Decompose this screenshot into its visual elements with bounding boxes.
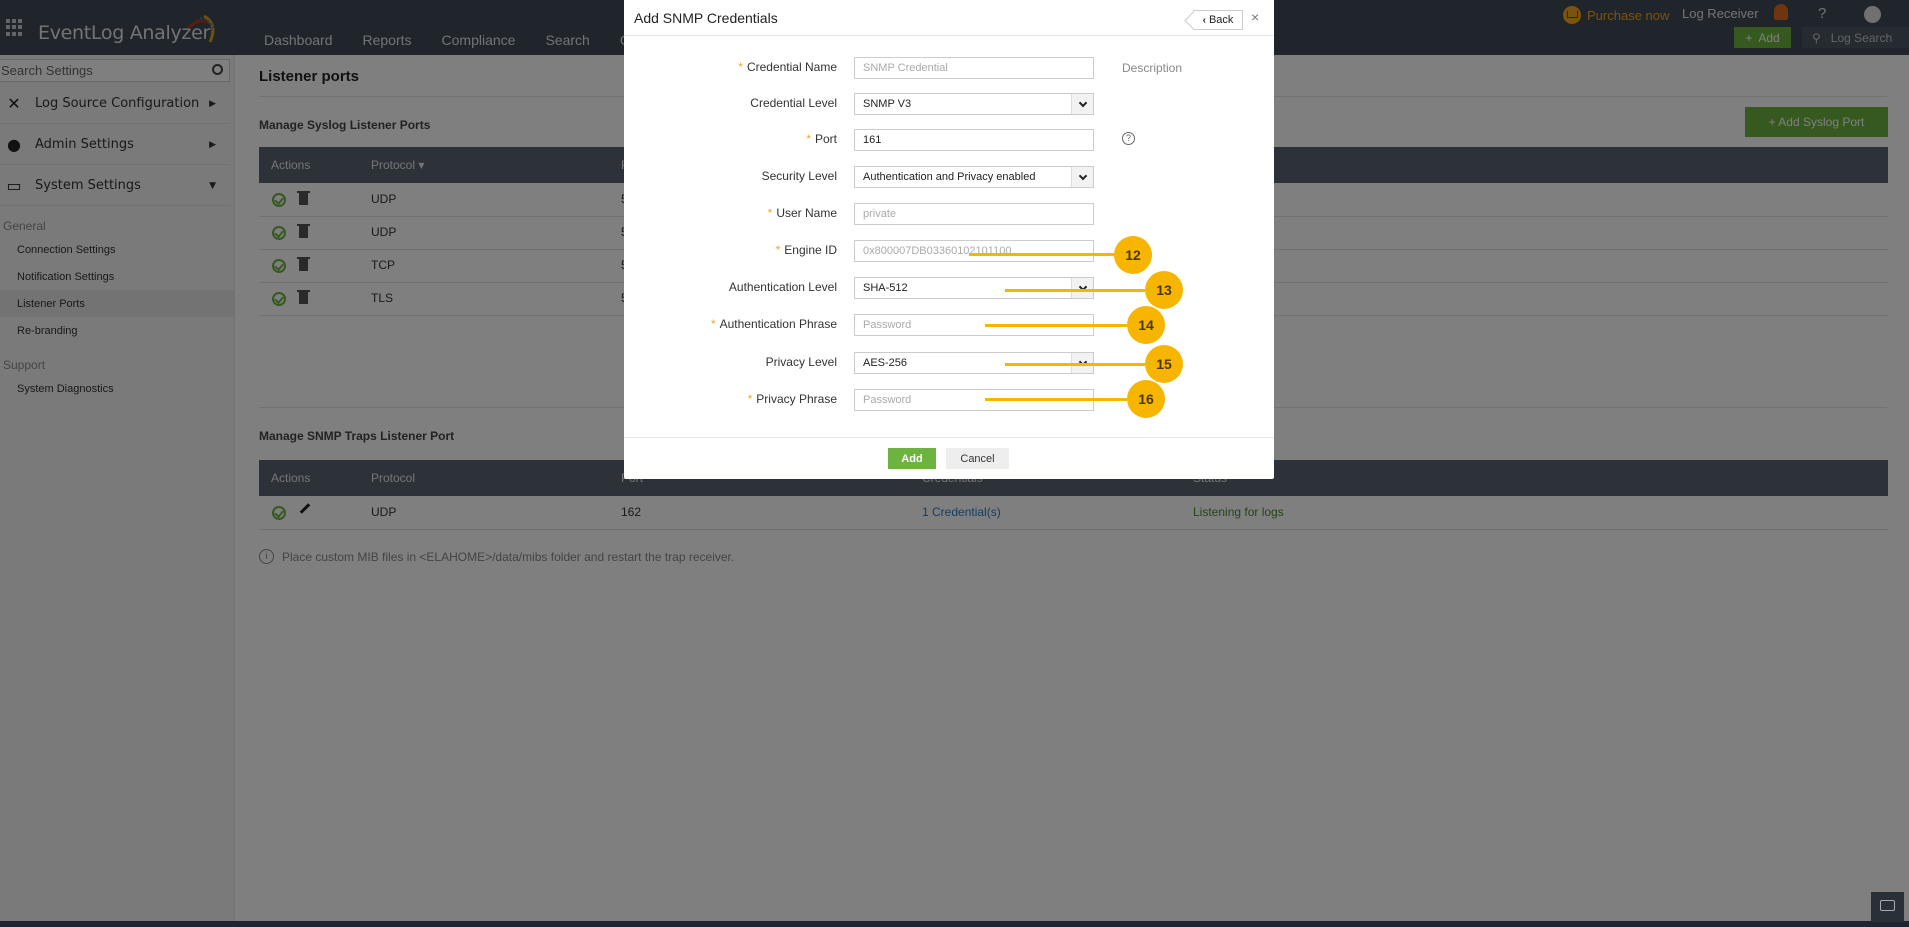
field-engine-id: * Engine ID 0x800007DB03360102101100 <box>624 240 1274 262</box>
field-label: * Privacy Phrase <box>748 392 837 406</box>
field-port: * Port 161 ? <box>624 129 1274 151</box>
select-value: AES-256 <box>863 357 908 369</box>
dialog-header: Add SNMP Credentials ‹ Back × <box>624 0 1274 36</box>
field-security-level: Security Level Authentication and Privac… <box>624 166 1274 188</box>
field-label: * Authentication Phrase <box>711 317 837 331</box>
required-marker: * <box>806 132 811 146</box>
chat-button[interactable] <box>1871 892 1904 922</box>
add-button[interactable]: Add <box>888 448 936 469</box>
field-label: Credential Level <box>750 96 837 110</box>
required-marker: * <box>710 317 716 331</box>
chevron-down-icon[interactable] <box>1071 94 1093 114</box>
back-button[interactable]: ‹ Back <box>1193 10 1243 30</box>
label-text: User Name <box>776 206 837 220</box>
callout-line <box>969 253 1114 256</box>
security-level-select[interactable]: Authentication and Privacy enabled <box>854 166 1094 188</box>
field-label: Privacy Level <box>765 355 837 369</box>
field-credential-name: * Credential Name SNMP Credential Descrip… <box>624 57 1274 79</box>
label-text: Authentication Phrase <box>719 317 837 331</box>
field-credential-level: Credential Level SNMP V3 <box>624 93 1274 115</box>
help-question-icon[interactable]: ? <box>1122 132 1135 145</box>
close-icon[interactable]: × <box>1251 9 1259 25</box>
label-text: Port <box>814 132 837 146</box>
port-input[interactable]: 161 <box>854 129 1094 151</box>
back-label: Back <box>1208 14 1234 26</box>
credential-level-select[interactable]: SNMP V3 <box>854 93 1094 115</box>
callout-badge-15: 15 <box>1145 345 1183 383</box>
callout-badge-12: 12 <box>1114 236 1152 274</box>
label-text: Engine ID <box>784 243 837 257</box>
callout-line <box>985 324 1127 327</box>
callout-line <box>1005 363 1145 366</box>
field-user-name: * User Name private <box>624 203 1274 225</box>
label-text: Credential Name <box>746 60 837 74</box>
bottom-bar <box>0 921 1909 927</box>
description-link[interactable]: Description <box>1122 61 1182 75</box>
callout-badge-16: 16 <box>1127 380 1165 418</box>
required-marker: * <box>767 206 773 220</box>
callout-line <box>985 398 1127 401</box>
label-text: Privacy Phrase <box>756 392 837 406</box>
field-label: * User Name <box>768 206 837 220</box>
chevron-down-icon[interactable] <box>1071 167 1093 187</box>
add-snmp-credentials-dialog: Add SNMP Credentials ‹ Back × * Credential… <box>624 0 1274 479</box>
field-privacy-phrase: * Privacy Phrase Password <box>624 389 1274 411</box>
field-label: Security Level <box>761 169 837 183</box>
field-label: * Port <box>806 132 837 146</box>
app-root: EventLog Analyzer Dashboard Reports Comp… <box>0 0 1909 927</box>
callout-badge-14: 14 <box>1127 306 1165 344</box>
required-marker: * <box>747 392 753 406</box>
chevron-left-icon: ‹ <box>1202 14 1206 26</box>
callout-line <box>1005 289 1145 292</box>
authentication-level-select[interactable]: SHA-512 <box>854 277 1094 299</box>
required-marker: * <box>775 243 781 257</box>
chat-icon <box>1880 900 1895 911</box>
cancel-button[interactable]: Cancel <box>946 448 1009 469</box>
field-label: Authentication Level <box>728 280 837 294</box>
field-label: * Credential Name <box>738 60 837 74</box>
select-value: Authentication and Privacy enabled <box>863 171 1036 183</box>
engine-id-input[interactable]: 0x800007DB03360102101100 <box>854 240 1094 262</box>
required-marker: * <box>738 60 743 74</box>
callout-badge-13: 13 <box>1145 271 1183 309</box>
select-value: SNMP V3 <box>863 98 912 110</box>
chevron-down-icon[interactable] <box>1071 278 1093 298</box>
credential-name-input[interactable]: SNMP Credential <box>854 57 1094 79</box>
select-value: SHA-512 <box>863 282 908 294</box>
field-authentication-phrase: * Authentication Phrase Password <box>624 314 1274 336</box>
field-label: * Engine ID <box>776 243 837 257</box>
dialog-footer-divider <box>624 437 1274 438</box>
user-name-input[interactable]: private <box>854 203 1094 225</box>
dialog-title: Add SNMP Credentials <box>634 10 778 26</box>
